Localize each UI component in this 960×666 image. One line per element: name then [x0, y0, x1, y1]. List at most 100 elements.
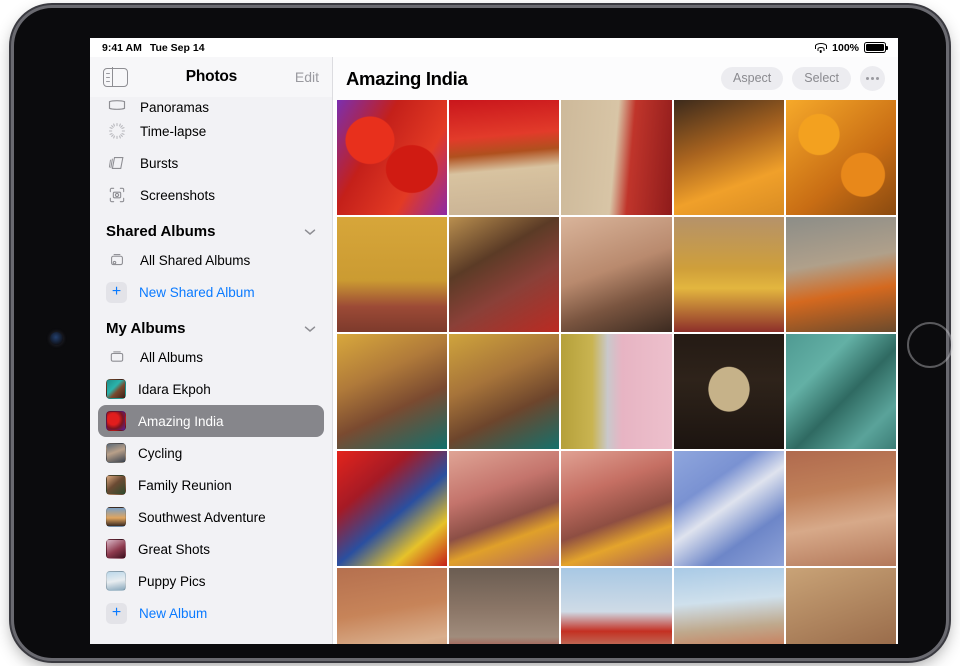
plus-icon: +	[106, 281, 127, 303]
sidebar-item-great-shots[interactable]: Great Shots	[98, 533, 324, 565]
sidebar-item-label: Bursts	[140, 155, 179, 171]
photo-thumbnail[interactable]	[785, 568, 896, 644]
bursts-icon	[106, 153, 128, 173]
photo-image	[449, 451, 560, 566]
sidebar-item-panoramas[interactable]: Panoramas	[98, 97, 324, 115]
photo-image	[673, 100, 784, 215]
photo-thumbnail[interactable]	[449, 100, 560, 215]
sidebar-item-new-album[interactable]: + New Album	[98, 597, 324, 629]
album-thumbnail	[106, 475, 126, 495]
sidebar-item-all-albums[interactable]: All Albums	[98, 341, 324, 373]
photo-image	[673, 217, 784, 332]
ipad-screen: 9:41 AM Tue Sep 14 100% Photos Edit Pano…	[90, 38, 898, 644]
photo-thumbnail[interactable]	[337, 100, 448, 215]
sidebar-item-label: Family Reunion	[138, 477, 232, 493]
sidebar-item-label: Screenshots	[140, 187, 216, 203]
photo-thumbnail[interactable]	[673, 217, 784, 332]
photo-thumbnail[interactable]	[449, 334, 560, 449]
photo-thumbnail[interactable]	[449, 568, 560, 644]
sidebar-item-amazing-india[interactable]: Amazing India	[98, 405, 324, 437]
sidebar-item-label: Great Shots	[138, 541, 211, 557]
photo-thumbnail[interactable]	[785, 334, 896, 449]
photo-image	[673, 568, 784, 644]
album-thumbnail	[106, 443, 126, 463]
status-bar-left: 9:41 AM Tue Sep 14	[102, 42, 205, 54]
photo-thumbnail[interactable]	[561, 568, 672, 644]
photo-thumbnail[interactable]	[337, 451, 448, 566]
sidebar-item-screenshots[interactable]: Screenshots	[98, 179, 324, 211]
photo-thumbnail[interactable]	[561, 334, 672, 449]
photo-image	[785, 334, 896, 449]
photo-image	[673, 334, 784, 449]
screenshots-icon	[106, 185, 128, 205]
sidebar-item-time-lapse[interactable]: Time-lapse	[98, 115, 324, 147]
photo-thumbnail[interactable]	[337, 217, 448, 332]
select-button[interactable]: Select	[792, 67, 851, 90]
status-bar: 9:41 AM Tue Sep 14 100%	[90, 38, 898, 57]
section-title: My Albums	[106, 320, 186, 337]
aspect-button[interactable]: Aspect	[721, 67, 784, 90]
photo-image	[561, 568, 672, 644]
sidebar-item-family-reunion[interactable]: Family Reunion	[98, 469, 324, 501]
sidebar-header: Photos Edit	[90, 57, 332, 97]
sidebar-item-label: Amazing India	[138, 413, 224, 429]
wifi-icon	[814, 43, 827, 53]
photo-image	[337, 217, 448, 332]
photo-image	[785, 568, 896, 644]
ellipsis-icon[interactable]	[860, 66, 885, 91]
sidebar-item-idara-ekpoh[interactable]: Idara Ekpoh	[98, 373, 324, 405]
shared-album-icon	[106, 250, 128, 270]
chevron-down-icon[interactable]	[304, 225, 316, 239]
photo-image	[449, 334, 560, 449]
sidebar-toggle-icon[interactable]	[103, 66, 128, 88]
sidebar-section-shared-albums[interactable]: Shared Albums	[106, 223, 316, 240]
sidebar-item-puppy-pics[interactable]: Puppy Pics	[98, 565, 324, 597]
photo-thumbnail[interactable]	[449, 451, 560, 566]
album-thumbnail	[106, 571, 126, 591]
sidebar-item-new-shared-album[interactable]: + New Shared Album	[98, 276, 324, 308]
front-camera-icon	[50, 332, 63, 345]
photo-thumbnail[interactable]	[785, 451, 896, 566]
photo-thumbnail[interactable]	[449, 217, 560, 332]
photo-thumbnail[interactable]	[561, 100, 672, 215]
photo-thumbnail[interactable]	[561, 451, 672, 566]
photo-thumbnail[interactable]	[785, 100, 896, 215]
timelapse-icon	[106, 121, 128, 141]
sidebar-section-my-albums[interactable]: My Albums	[106, 320, 316, 337]
toolbar-actions: Aspect Select	[721, 66, 885, 91]
sidebar-item-label: Time-lapse	[140, 123, 207, 139]
photo-grid[interactable]	[333, 100, 898, 644]
photo-image	[449, 217, 560, 332]
album-thumbnail	[106, 379, 126, 399]
sidebar-item-label: New Album	[139, 605, 208, 621]
photo-thumbnail[interactable]	[673, 334, 784, 449]
sidebar-item-bursts[interactable]: Bursts	[98, 147, 324, 179]
photo-thumbnail[interactable]	[337, 568, 448, 644]
album-toolbar: Amazing India Aspect Select	[333, 57, 898, 100]
photo-thumbnail[interactable]	[337, 334, 448, 449]
sidebar-title: Photos	[185, 68, 238, 85]
status-time: 9:41 AM	[102, 41, 142, 54]
photo-thumbnail[interactable]	[673, 568, 784, 644]
sidebar-item-all-shared-albums[interactable]: All Shared Albums	[98, 244, 324, 276]
sidebar-item-southwest-adventure[interactable]: Southwest Adventure	[98, 501, 324, 533]
battery-percent-label: 100%	[832, 41, 859, 54]
photo-thumbnail[interactable]	[561, 217, 672, 332]
photo-thumbnail[interactable]	[785, 217, 896, 332]
photo-image	[561, 217, 672, 332]
photo-image	[785, 451, 896, 566]
sidebar: Photos Edit Panoramas Time-lapse Bursts …	[90, 57, 333, 644]
photo-image	[561, 334, 672, 449]
sidebar-edit-button[interactable]: Edit	[295, 69, 319, 85]
sidebar-item-label: Puppy Pics	[138, 573, 206, 589]
camera-ring-icon	[907, 322, 953, 368]
panorama-icon	[106, 97, 128, 115]
album-thumbnail	[106, 411, 126, 431]
photo-thumbnail[interactable]	[673, 100, 784, 215]
sidebar-scroll-area[interactable]: Panoramas Time-lapse Bursts Screenshots …	[90, 97, 332, 644]
photo-thumbnail[interactable]	[673, 451, 784, 566]
section-title: Shared Albums	[106, 223, 216, 240]
sidebar-item-cycling[interactable]: Cycling	[98, 437, 324, 469]
sidebar-item-label: Panoramas	[140, 100, 210, 115]
chevron-down-icon[interactable]	[304, 322, 316, 336]
